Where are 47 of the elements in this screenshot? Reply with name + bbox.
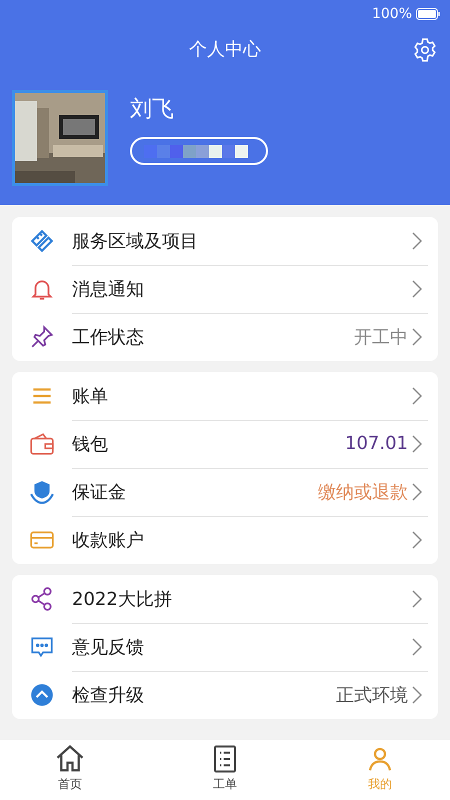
wallet-icon — [29, 431, 55, 457]
menu-label: 2022大比拼 — [72, 588, 173, 610]
chevron-icon — [412, 328, 422, 346]
shield-hands-icon — [29, 479, 55, 505]
menu-row[interactable]: 钱包 107.01 — [72, 420, 428, 468]
menu-row[interactable]: 检查升级 正式环境 — [72, 671, 428, 719]
chevron-icon — [412, 434, 422, 452]
chevron-icon — [412, 686, 422, 704]
home-icon — [55, 744, 85, 774]
tab[interactable]: 首页 — [40, 740, 100, 800]
settings-icon[interactable] — [412, 37, 438, 63]
menu-label: 账单 — [72, 384, 109, 408]
pin-icon — [29, 324, 55, 350]
page-title: 个人中心 — [189, 38, 261, 61]
chevron-icon — [412, 386, 422, 404]
menu-label: 保证金 — [72, 480, 127, 504]
menu-value: 正式环境 — [336, 684, 408, 707]
battery-icon — [416, 8, 440, 20]
chevron-icon — [412, 280, 422, 298]
upgrade-icon — [29, 682, 55, 708]
chevron-icon — [412, 638, 422, 656]
chevron-icon — [412, 482, 422, 500]
menu-value: 107.01 — [345, 433, 408, 454]
menu-row[interactable]: 服务区域及项目 — [72, 216, 428, 266]
menu-row[interactable]: 意见反馈 — [72, 622, 428, 672]
battery-percent: 100% — [372, 6, 412, 22]
menu-value: 开工中 — [354, 326, 408, 349]
menu-label: 消息通知 — [72, 278, 145, 300]
menu-row[interactable]: 收款账户 — [72, 516, 428, 564]
chevron-icon — [412, 232, 422, 250]
tab[interactable]: 工单 — [195, 740, 255, 800]
menu-row[interactable]: 2022大比拼 — [72, 574, 428, 624]
menu-label: 钱包 — [72, 432, 109, 456]
menu-row[interactable]: 账单 — [72, 372, 428, 420]
menu-row[interactable]: 消息通知 — [72, 264, 428, 314]
chevron-icon — [412, 590, 422, 608]
menu-label: 工作状态 — [72, 326, 145, 349]
menu-row[interactable]: 保证金 缴纳或退款 — [72, 468, 428, 516]
menu-value: 缴纳或退款 — [318, 480, 408, 504]
menu-label: 收款账户 — [72, 529, 145, 552]
chevron-icon — [412, 531, 422, 549]
user-name: 刘飞 — [130, 96, 175, 124]
menu-label: 服务区域及项目 — [72, 230, 199, 252]
ruler-icon — [29, 228, 55, 254]
menu-row[interactable]: 工作状态 开工中 — [72, 313, 428, 361]
menu-label: 检查升级 — [72, 684, 145, 707]
menu-label: 意见反馈 — [72, 636, 145, 658]
